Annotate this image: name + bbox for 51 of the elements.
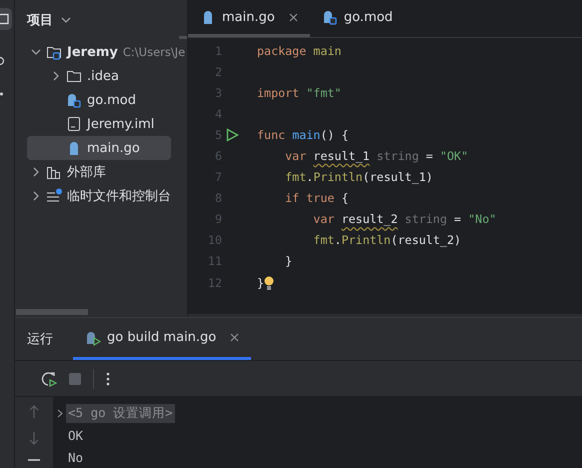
run-icon[interactable] (226, 128, 239, 142)
path-hint: C:\Users\Je (122, 45, 186, 59)
wrap-icon[interactable] (28, 459, 40, 463)
code-line: if true { (284, 191, 348, 206)
tree-item[interactable]: main.go (27, 136, 171, 160)
chevron-right-icon[interactable] (57, 408, 63, 418)
output-line: OK (68, 428, 84, 442)
blob-icon (66, 92, 82, 108)
blob-icon (322, 9, 338, 25)
tree-item[interactable]: go.mod (27, 88, 171, 112)
code-line: var result_1 string = "OK" (284, 149, 468, 164)
folder-icon (66, 68, 82, 84)
code-line: } (284, 254, 292, 268)
rerun-icon[interactable] (41, 370, 57, 386)
library-icon (46, 164, 62, 180)
chevron-right-icon[interactable] (31, 167, 41, 177)
tool-icon[interactable] (0, 56, 6, 66)
file-icon (66, 116, 82, 132)
close-icon[interactable] (288, 12, 298, 22)
editor-tab[interactable]: main.go (188, 0, 310, 37)
code-line: func main() { (256, 128, 348, 142)
code-line: var result_2 string = "No" (312, 212, 496, 226)
code-line: import "fmt" (256, 86, 342, 100)
code-line: package main (256, 44, 342, 58)
lightbulb-icon[interactable] (264, 276, 274, 290)
blob-run-icon (85, 330, 101, 346)
tree-item[interactable]: .idea (27, 64, 171, 88)
code-line: } (256, 276, 264, 290)
tree-item[interactable]: Jeremy.iml (27, 112, 171, 136)
tree-item[interactable]: 临时文件和控制台 (27, 184, 175, 208)
code-line: fmt.Println(result_2) (312, 233, 462, 248)
scrollbar[interactable] (16, 309, 88, 315)
code-line: fmt.Println(result_1) (284, 170, 433, 184)
chevron-down-icon[interactable] (61, 15, 71, 25)
scrollbar[interactable] (179, 36, 187, 39)
close-icon[interactable] (230, 333, 240, 342)
run-tab[interactable]: go build main.go (73, 318, 252, 360)
more-icon[interactable] (0, 92, 4, 96)
chevron-right-icon[interactable] (51, 71, 61, 81)
tree-item[interactable]: 外部库 (27, 160, 171, 184)
chevron-down-icon[interactable] (31, 47, 41, 57)
tree-item[interactable]: Jeremy C:\Users\Je (27, 40, 187, 64)
more-icon[interactable] (106, 372, 110, 386)
list-icon (46, 188, 62, 204)
project-tool-button[interactable] (0, 8, 12, 30)
panel-title: 运行 (27, 331, 53, 348)
folder-icon (46, 44, 62, 60)
panel-title[interactable]: 项目 (27, 11, 53, 29)
output-line: No (68, 450, 84, 464)
chevron-right-icon[interactable] (31, 191, 41, 201)
editor-tab[interactable]: go.mod (310, 0, 405, 37)
